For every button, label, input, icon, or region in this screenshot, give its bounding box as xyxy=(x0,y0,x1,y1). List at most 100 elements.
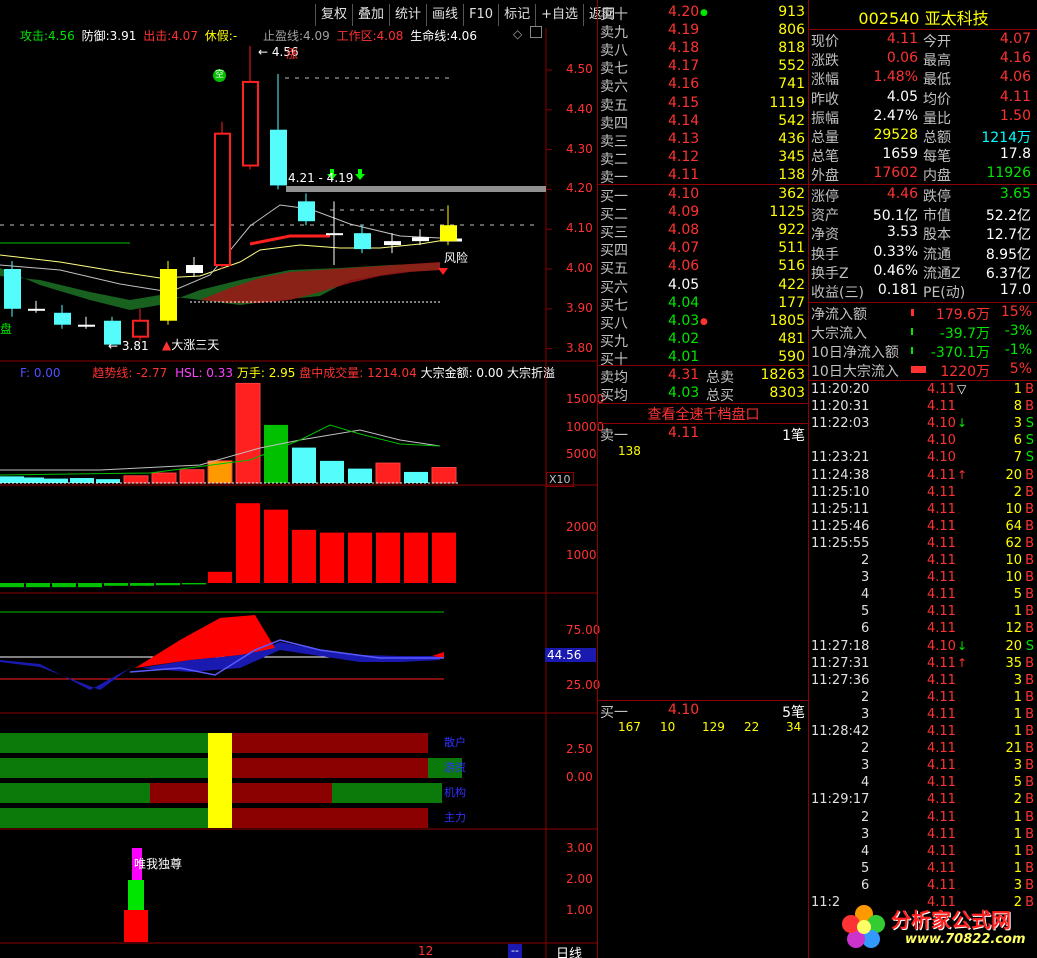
buy-level-row[interactable]: 买三 4.08 922 xyxy=(598,222,809,241)
sig_axis-label-1: 2.00 xyxy=(566,872,593,886)
chart-area[interactable]: 复权 叠加 统计 画线 F10 标记 +自选 返回 攻击:4.56 防御:3.91 出击:4.… xyxy=(0,0,621,958)
price_axis-label-4: 4.10 xyxy=(566,221,593,236)
buy-level-mark: ● xyxy=(700,316,708,327)
tick-row: 4 4.11 1 B xyxy=(809,844,1037,861)
sell-level-volume: 741 xyxy=(778,76,805,93)
sell-level-row[interactable]: 卖十 4.20 ● 913 xyxy=(598,4,809,23)
toolbar-button-2[interactable]: 统计 xyxy=(389,4,427,26)
price_axis-label-0: 4.50 xyxy=(566,62,593,76)
quote-divider-top xyxy=(809,29,1037,30)
tick-side: B xyxy=(1025,382,1034,397)
toolbar-button-6[interactable]: +自选 xyxy=(535,4,584,26)
flow-bar-6 xyxy=(156,583,180,586)
sell-level-row[interactable]: 卖九 4.19 806 xyxy=(598,22,809,42)
tick-price: 4.11 xyxy=(927,621,956,637)
sell-level-label: 卖九 xyxy=(600,25,628,42)
quote-row: 现价 4.11 今开 4.07 xyxy=(809,31,1037,50)
tick-side: S xyxy=(1025,450,1034,466)
money-flow-label: 10日净流入额 xyxy=(811,345,899,361)
tick-seq: 3 xyxy=(861,706,870,722)
price_axis-label-2: 4.30 xyxy=(566,141,593,156)
quote-label: 总量 xyxy=(811,130,839,146)
flower-logo-icon xyxy=(842,905,885,948)
sell-level-row[interactable]: 卖三 4.13 436 xyxy=(598,131,809,150)
quote-label: 资产 xyxy=(811,208,839,225)
band-1-seg-0 xyxy=(0,758,208,778)
life-value: 4.06 xyxy=(450,29,477,43)
sell-level-row[interactable]: 卖四 4.14 542 xyxy=(598,113,809,132)
sell-level-row[interactable]: 卖八 4.18 818 xyxy=(598,40,809,59)
window-icon[interactable] xyxy=(530,26,542,38)
buy-level-price: 4.08 xyxy=(668,222,700,239)
money-flow-bar xyxy=(911,347,913,354)
buy-level-row[interactable]: 买六 4.05 422 xyxy=(598,276,809,296)
buy-level-row[interactable]: 买七 4.04 177 xyxy=(598,295,809,314)
sell1-queue-item: 138 xyxy=(618,444,641,458)
tick-volume: 5 xyxy=(1013,775,1022,791)
tick-price: 4.10 xyxy=(927,416,956,432)
order-book: 卖十 4.20 ● 913 卖九 4.19 806 卖八 4.18 818 卖七 4.17 552 卖六 4… xyxy=(597,0,809,958)
toolbar-button-3[interactable]: 画线 xyxy=(426,4,464,26)
volume-bar-9 xyxy=(235,382,261,484)
flow-bar-9 xyxy=(236,503,260,583)
toolbar-button-1[interactable]: 叠加 xyxy=(352,4,390,26)
quote-row: 净资 3.53 股本 12.7亿 xyxy=(809,224,1037,243)
quote-value: 17.0 xyxy=(999,282,1031,298)
tick-volume: 1 xyxy=(1013,809,1022,825)
quote-label: PE(动) xyxy=(923,285,966,301)
buy-level-row[interactable]: 买九 4.02 481 xyxy=(598,331,809,350)
volume-bar-12 xyxy=(320,460,344,483)
buy-level-row[interactable]: 买二 4.09 1125 xyxy=(598,204,809,223)
sell-level-label: 卖六 xyxy=(600,79,628,96)
toolbar-button-4[interactable]: F10 xyxy=(463,4,499,26)
sell-level-price: 4.12 xyxy=(668,148,700,165)
tick-volume: 2 xyxy=(1013,484,1022,500)
tick-row: 6 4.11 12 B xyxy=(809,621,1037,638)
volume-bar-13 xyxy=(348,468,372,483)
diamond-icon[interactable]: ◇ xyxy=(513,27,522,41)
quote-label: 今开 xyxy=(923,34,951,50)
candle-13 xyxy=(354,225,371,254)
candle-3 xyxy=(78,316,95,329)
sell-level-row[interactable]: 卖一 4.11 138 xyxy=(598,167,809,186)
money-flow-value: 179.6万 xyxy=(935,307,990,323)
flow-bar-2 xyxy=(52,583,76,588)
tick-row: 11:24:38 4.11 ↑ 20 B xyxy=(809,468,1037,485)
band-label-3: 主力 xyxy=(444,811,466,824)
buy-level-price: 4.05 xyxy=(668,276,700,293)
quote-label: 最低 xyxy=(923,72,951,89)
tick-price: 4.11 xyxy=(927,484,956,500)
chart-canvas[interactable] xyxy=(0,0,597,958)
dzzy-value: 大宗折溢 xyxy=(506,366,555,380)
toolbar-button-0[interactable]: 复权 xyxy=(315,4,353,26)
scroll-indicator[interactable]: -- xyxy=(508,944,522,958)
sell-level-row[interactable]: 卖七 4.17 552 xyxy=(598,58,809,77)
tick-price: 4.11 xyxy=(927,724,956,739)
band-label-2: 机构 xyxy=(444,786,466,799)
money-flow-percent: 15% xyxy=(1000,304,1032,320)
sell-level-price: 4.15 xyxy=(668,94,700,111)
tick-volume: 35 xyxy=(1005,655,1022,671)
band-0-seg-2 xyxy=(232,733,428,753)
buy-level-row[interactable]: 买八 4.03 ● 1805 xyxy=(598,313,809,332)
buy-queue-divider xyxy=(598,700,809,701)
sell-level-row[interactable]: 卖六 4.16 741 xyxy=(598,76,809,96)
tick-price: 4.10 xyxy=(927,638,956,654)
buy-level-row[interactable]: 买一 4.10 362 xyxy=(598,186,809,205)
toolbar-button-5[interactable]: 标记 xyxy=(498,4,536,26)
tick-seq: 3 xyxy=(861,826,870,842)
tick-list[interactable]: 11:20:20 4.11 ▽ 1 B 11:20:31 4.11 8 B 11:22:03 4.1… xyxy=(809,382,1037,958)
sell-level-row[interactable]: 卖二 4.12 345 xyxy=(598,148,809,168)
sell-level-row[interactable]: 卖五 4.15 1119 xyxy=(598,94,809,114)
tick-row: 6 4.11 3 B xyxy=(809,878,1037,895)
kong-icon: 空 xyxy=(213,69,226,82)
period-selector[interactable]: 日线 xyxy=(556,943,582,958)
buy-level-row[interactable]: 买四 4.07 511 xyxy=(598,240,809,259)
view-all-button[interactable]: 查看全速千档盘口 xyxy=(598,404,809,424)
buy-level-row[interactable]: 买五 4.06 516 xyxy=(598,258,809,277)
tick-arrow-icon: ↑ xyxy=(957,467,968,482)
quote-label: 每笔 xyxy=(923,149,951,166)
sell-level-label: 卖五 xyxy=(600,97,628,114)
volume-indicator-bar: F: 0.00 趋势线: -2.77 HSL: 0.33 万手: 2.95 盘中… xyxy=(20,364,555,381)
quote-row: 换手Z 0.46% 流通Z 6.37亿 xyxy=(809,263,1037,282)
